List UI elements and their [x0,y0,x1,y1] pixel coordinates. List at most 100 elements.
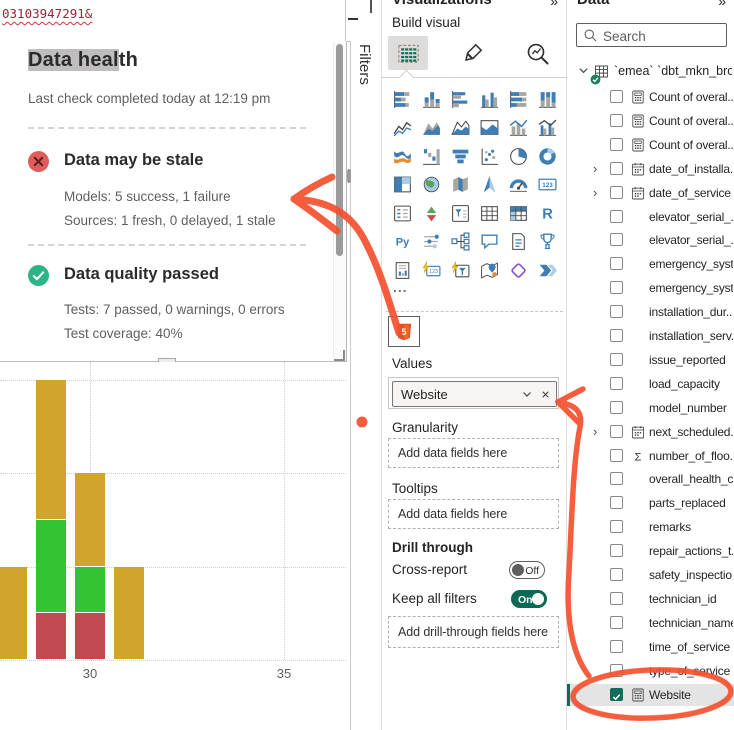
field-row-type_of_service[interactable]: type_of_service [567,660,734,682]
scatter-chart-icon[interactable] [475,142,504,171]
field-row-parts_replaced[interactable]: parts_replaced [567,492,734,514]
stacked-column-chart-icon[interactable] [417,85,446,114]
field-checkbox[interactable] [610,520,623,533]
field-checkbox[interactable] [610,257,623,270]
decomposition-tree-icon[interactable] [446,228,475,257]
search-input[interactable] [601,25,725,47]
chevron-expanded-icon[interactable] [577,64,590,82]
field-checkbox[interactable] [610,592,623,605]
stacked-bar-chart-icon[interactable] [388,85,417,114]
field-row-remarks[interactable]: remarks [567,516,734,538]
slicer-new-icon[interactable] [446,256,475,285]
html-content-visual-icon[interactable]: 5 [388,316,420,347]
chevron-right-icon[interactable]: › [593,425,597,439]
azure-map-icon[interactable] [475,171,504,200]
field-row-technician_id[interactable]: technician_id [567,588,734,610]
remove-field-icon[interactable] [536,385,554,403]
tab-build-visual[interactable] [388,36,428,70]
clustered-bar-chart-icon[interactable] [446,85,475,114]
arcgis-map-icon[interactable] [475,256,504,285]
field-checkbox[interactable] [610,425,623,438]
donut-chart-icon[interactable] [533,142,562,171]
field-row-date_of_service[interactable]: ›date_of_service [567,182,734,204]
card-new-icon[interactable]: 123 [417,256,446,285]
search-box[interactable] [576,23,727,47]
field-row-emergency_syst[interactable]: emergency_syst... [567,277,734,299]
field-row-safety_inspectio[interactable]: safety_inspectio... [567,564,734,586]
100-stacked-bar-chart-icon[interactable] [504,85,533,114]
100-stacked-column-chart-icon[interactable] [533,85,562,114]
field-checkbox[interactable] [610,233,623,246]
pie-chart-icon[interactable] [504,142,533,171]
metrics-icon[interactable] [533,228,562,257]
bar-segment-bottom-segment-red[interactable] [36,613,66,659]
stacked-column-chart-visual[interactable]: 3035 [0,362,350,730]
resize-corner[interactable] [334,350,345,361]
collapse-pane-icon[interactable]: » [718,0,726,9]
field-checkbox[interactable] [610,329,623,342]
field-row-technician_name[interactable]: technician_name [567,612,734,634]
field-row-elevator_serial_[interactable]: elevator_serial_... [567,206,734,228]
field-row-load_capacity[interactable]: load_capacity [567,373,734,395]
multi-row-card-icon[interactable] [388,199,417,228]
field-checkbox[interactable] [610,353,623,366]
filters-pane-collapsed[interactable]: Filters [350,41,382,730]
line-chart-icon[interactable] [388,114,417,143]
bar-segment-bottom-segment-red[interactable] [75,613,105,659]
field-checkbox[interactable] [610,377,623,390]
field-checkbox[interactable] [610,688,623,701]
field-checkbox[interactable] [610,664,623,677]
field-row-countofoveral[interactable]: Count of overal... [567,110,734,132]
bar-segment-middle-segment-green[interactable] [36,520,66,613]
tooltips-field-well[interactable]: Add data fields here [388,499,559,529]
field-checkbox[interactable] [610,162,623,175]
bar-segment-middle-segment-green[interactable] [75,567,105,613]
field-checkbox[interactable] [610,401,623,414]
kpi-icon[interactable] [417,199,446,228]
field-row-repair_actions_t[interactable]: repair_actions_t... [567,540,734,562]
chevron-right-icon[interactable]: › [593,186,597,200]
table-tree-root[interactable]: `emea` `dbt_mkn_bron... [567,61,734,83]
cross-report-toggle[interactable]: Off [509,561,545,579]
power-automate-icon[interactable] [533,256,562,285]
waterfall-chart-icon[interactable] [417,142,446,171]
field-checkbox[interactable] [610,90,623,103]
bar-segment-top-segment-gold[interactable] [114,567,144,660]
funnel-chart-icon[interactable] [446,142,475,171]
field-checkbox[interactable] [610,114,623,127]
slicer-icon[interactable] [446,199,475,228]
collapse-pane-icon[interactable]: » [550,0,558,9]
pane-drag-handle[interactable] [347,169,351,183]
drill-through-field-well[interactable]: Add drill-through fields here [388,616,559,648]
ribbon-chart-icon[interactable] [388,142,417,171]
keep-all-filters-toggle[interactable]: On [511,590,547,608]
values-field-well[interactable]: Website [388,377,559,409]
field-row-countofoveral[interactable]: Count of overal... [567,86,734,108]
field-row-issue_reported[interactable]: issue_reported [567,349,734,371]
field-checkbox[interactable] [610,138,623,151]
field-checkbox[interactable] [610,544,623,557]
stacked-area-chart-icon[interactable] [446,114,475,143]
field-row-model_number[interactable]: model_number [567,397,734,419]
field-row-overall_health_c[interactable]: overall_health_c... [567,468,734,490]
bar-segment-top-segment-gold[interactable] [75,473,105,566]
line-and-stacked-column-chart-icon[interactable] [504,114,533,143]
filled-map-icon[interactable] [446,171,475,200]
r-script-visual-icon[interactable]: R [533,199,562,228]
python-visual-icon[interactable]: Py [388,228,417,257]
field-checkbox[interactable] [610,616,623,629]
more-visuals-button[interactable]: ... [393,279,408,295]
table-icon[interactable] [475,199,504,228]
key-influencers-icon[interactable] [417,228,446,257]
chevron-right-icon[interactable]: › [593,162,597,176]
field-checkbox[interactable] [610,305,623,318]
power-apps-icon[interactable] [504,256,533,285]
field-row-countofoveral[interactable]: Count of overal... [567,134,734,156]
gauge-icon[interactable] [504,171,533,200]
field-checkbox[interactable] [610,472,623,485]
field-checkbox[interactable] [610,281,623,294]
field-checkbox[interactable] [610,568,623,581]
field-checkbox[interactable] [610,449,623,462]
field-checkbox[interactable] [610,186,623,199]
matrix-icon[interactable] [504,199,533,228]
